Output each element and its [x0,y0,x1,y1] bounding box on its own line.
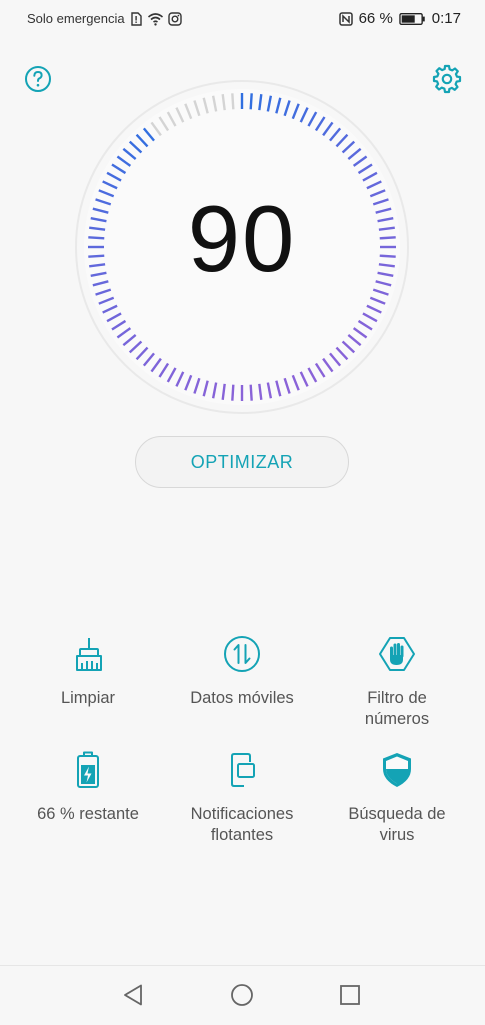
broom-icon [76,638,102,671]
navigation-bar [0,965,485,1025]
feature-battery-label: 66 % restante [37,805,139,823]
feature-virus-scan-label: Búsqueda de virus [322,804,472,846]
shield-icon [383,753,411,787]
feature-number-filter-label-line2: números [364,710,430,728]
feature-floating-notifications-label: Notificaciones flotantes [167,804,317,846]
home-circle-icon [231,984,253,1006]
feature-number-filter-label-line1: Filtro de [367,689,427,707]
optimize-button[interactable]: OPTIMIZAR [135,436,349,488]
clock-text: 0:17 [431,10,461,27]
feature-mobile-data-label: Datos móviles [190,689,294,707]
feature-battery[interactable]: 66 % restante [13,750,163,825]
feature-number-filter-label: Filtro de números [322,688,472,730]
status-right: 66 % 0:17 [338,10,461,27]
back-triangle-icon [124,984,142,1006]
data-transfer-icon [224,636,260,672]
settings-button[interactable] [432,64,462,94]
feature-number-filter[interactable]: Filtro de números [322,634,472,730]
feature-virus-scan-label-line1: Búsqueda de [348,805,446,823]
feature-floating-notifications[interactable]: Notificaciones flotantes [167,750,317,846]
floating-notification-icon [231,753,255,787]
feature-clean-label: Limpiar [60,689,116,707]
wifi-icon [147,12,163,26]
help-button[interactable] [24,65,52,93]
battery-percent-text: 66 % [358,10,393,27]
gauge-tick-active [249,93,253,110]
help-circle-icon [25,66,51,92]
status-bar: Solo emergencia 66 % 0:17 [0,0,485,40]
home-button[interactable] [229,982,255,1008]
feature-floating-notifications-label-line2: flotantes [210,826,274,844]
feature-floating-notifications-label-line1: Notificaciones [190,805,294,823]
carrier-text: Solo emergencia [27,11,125,26]
recents-button[interactable] [337,982,363,1008]
hand-block-icon [379,637,415,671]
status-left: Solo emergencia [27,11,182,26]
back-button[interactable] [121,982,147,1008]
score-value: 90 [187,186,297,291]
battery-icon [77,751,99,788]
gauge-tick-inactive [231,93,235,110]
feature-virus-scan[interactable]: Búsqueda de virus [322,750,472,846]
feature-mobile-data[interactable]: Datos móviles [167,634,317,709]
feature-virus-scan-label-line2: virus [379,826,415,844]
battery-status-icon [399,12,425,25]
recents-square-icon [340,985,360,1005]
gauge-tick-active [231,384,235,401]
gear-icon [432,64,462,94]
gauge-tick-active [249,384,253,401]
sim-alert-icon [130,11,142,26]
nfc-icon [338,11,353,26]
instagram-icon [167,11,182,26]
feature-clean[interactable]: Limpiar [13,634,163,709]
